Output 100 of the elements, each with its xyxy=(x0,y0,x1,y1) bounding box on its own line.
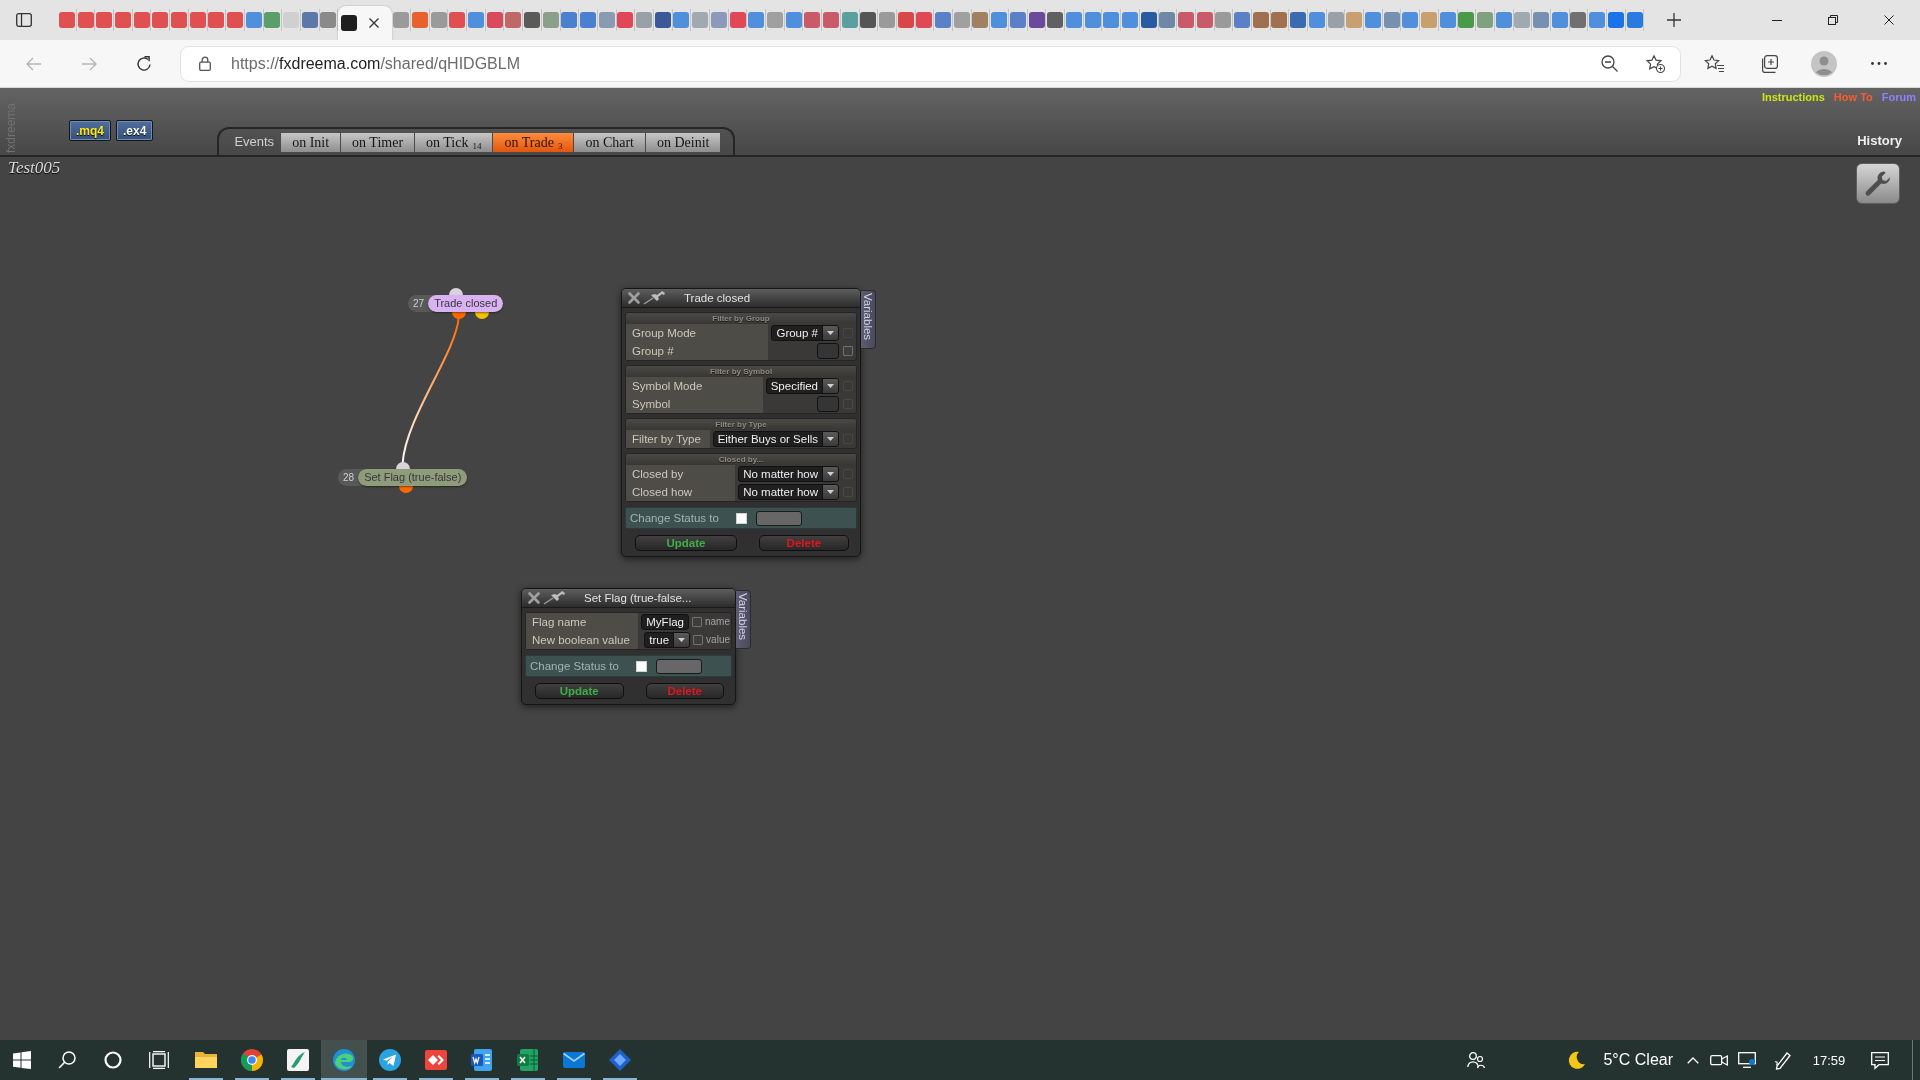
forward-arrow-icon xyxy=(81,55,97,72)
section-heading: Filter by Group xyxy=(626,313,856,324)
field-label: Closed by xyxy=(626,465,736,483)
restore-icon xyxy=(1828,15,1838,25)
field-label: New boolean value xyxy=(526,631,639,649)
pen-icon xyxy=(1774,1051,1792,1069)
caret-icon xyxy=(827,331,834,335)
field-label: Group # xyxy=(626,342,769,360)
field-label: Filter by Type xyxy=(626,430,710,448)
caret-icon xyxy=(678,638,686,642)
history-link[interactable]: History xyxy=(1857,133,1902,148)
task-view-icon xyxy=(149,1051,169,1069)
minimize-icon xyxy=(1772,19,1782,21)
input-field[interactable] xyxy=(756,510,802,526)
caret-icon xyxy=(827,490,834,494)
url-text: https://fxdreema.com/shared/qHIDGBLM xyxy=(231,54,520,73)
section-heading: Closed by... xyxy=(626,454,856,465)
close-icon xyxy=(369,18,380,28)
back-arrow-icon xyxy=(26,55,42,72)
dropdown[interactable]: Group # xyxy=(771,325,839,341)
dropdown[interactable]: No matter how xyxy=(738,466,839,482)
events-label: Events xyxy=(234,133,275,151)
swirl-tile-icon xyxy=(286,1048,310,1072)
status-label: Change Status to xyxy=(530,660,620,672)
chevron-up-icon xyxy=(1687,1056,1699,1064)
field-label: Symbol xyxy=(626,395,763,413)
status-checkbox[interactable] xyxy=(636,660,647,672)
avatar-icon xyxy=(1811,50,1837,77)
dropdown[interactable]: No matter how xyxy=(738,484,839,500)
event-tab[interactable]: on Chart xyxy=(573,133,645,152)
close-icon[interactable] xyxy=(628,292,640,304)
event-tab[interactable]: on Tick 14 xyxy=(414,133,493,152)
diamond-icon xyxy=(608,1048,632,1072)
search-icon xyxy=(58,1051,76,1069)
input-field[interactable] xyxy=(817,396,839,412)
variables-tab[interactable]: Variables xyxy=(736,590,751,649)
project-name: Test005 xyxy=(8,158,61,178)
caret-icon xyxy=(827,437,834,441)
sidebar-icon xyxy=(16,13,32,27)
caret-icon xyxy=(827,472,834,476)
update-button[interactable]: Update xyxy=(635,535,737,551)
input-field[interactable]: MyFlag xyxy=(641,614,689,630)
section-heading: Filter by Symbol xyxy=(626,366,856,377)
more-icon xyxy=(1871,62,1887,65)
event-tab[interactable]: on Deinit xyxy=(645,133,721,152)
field-label: Flag name xyxy=(526,613,639,631)
panel-title: Trade closed xyxy=(684,292,751,304)
header-link[interactable]: Instructions xyxy=(1761,91,1825,103)
caret-icon xyxy=(827,384,834,388)
file-format-button[interactable]: .ex4 xyxy=(116,120,154,141)
pin-icon[interactable] xyxy=(543,591,567,605)
moon-icon xyxy=(1568,1051,1587,1069)
variables-tab[interactable]: Variables xyxy=(861,290,876,349)
event-tab[interactable]: on Init xyxy=(280,133,341,152)
event-tab[interactable]: on Trade 3 xyxy=(492,133,574,152)
checkbox[interactable] xyxy=(693,635,704,645)
dropdown[interactable]: Specified xyxy=(765,378,839,394)
wrench-icon xyxy=(1864,169,1892,198)
close-icon xyxy=(1884,15,1894,25)
checkbox-label: value xyxy=(706,634,730,646)
ring-logo-icon xyxy=(240,1048,264,1072)
pin-icon[interactable] xyxy=(643,291,667,305)
collections-icon xyxy=(1760,54,1778,73)
paper-plane-icon xyxy=(378,1048,402,1072)
tools-button[interactable] xyxy=(1856,163,1900,204)
close-icon[interactable] xyxy=(528,592,540,604)
people-icon xyxy=(1467,1051,1486,1069)
address-bar[interactable]: https://fxdreema.com/shared/qHIDGBLM xyxy=(181,46,1680,81)
wave-logo-icon xyxy=(332,1048,356,1072)
clock-button[interactable]: 17:59 xyxy=(1807,1040,1851,1080)
event-tab[interactable]: on Timer xyxy=(340,133,415,152)
document-icon xyxy=(470,1048,494,1072)
input-field[interactable] xyxy=(656,658,702,674)
checkbox[interactable] xyxy=(843,346,853,356)
field-label: Closed how xyxy=(626,483,736,501)
status-checkbox[interactable] xyxy=(736,512,747,524)
plus-icon xyxy=(1667,13,1682,27)
start-icon xyxy=(13,1051,31,1069)
camera-icon xyxy=(1710,1052,1728,1068)
update-button[interactable]: Update xyxy=(535,683,624,699)
display-icon xyxy=(1738,1052,1756,1068)
dropdown[interactable]: true xyxy=(644,632,691,648)
field-label: Group Mode xyxy=(626,324,769,342)
diamond-tile-icon xyxy=(424,1048,448,1072)
dropdown[interactable]: Either Buys or Sells xyxy=(712,431,839,447)
checkbox[interactable] xyxy=(692,617,702,627)
checkbox-label: name xyxy=(705,616,730,628)
file-format-button[interactable]: .mq4 xyxy=(69,120,111,141)
weather-button[interactable]: 5°C Clear xyxy=(1559,1040,1677,1080)
zoom-out-icon xyxy=(1600,55,1618,72)
node-title[interactable]: Trade closed xyxy=(428,295,504,312)
reload-icon xyxy=(136,55,152,72)
favorites-icon xyxy=(1704,55,1724,72)
browser-tab[interactable] xyxy=(338,6,393,40)
lock-icon xyxy=(199,56,211,71)
node-title[interactable]: Set Flag (true-false) xyxy=(358,469,468,486)
input-field[interactable] xyxy=(817,343,839,359)
spreadsheet-icon xyxy=(516,1048,540,1072)
section-heading: Filter by Type xyxy=(626,419,856,430)
star-plus-icon xyxy=(1645,54,1665,73)
